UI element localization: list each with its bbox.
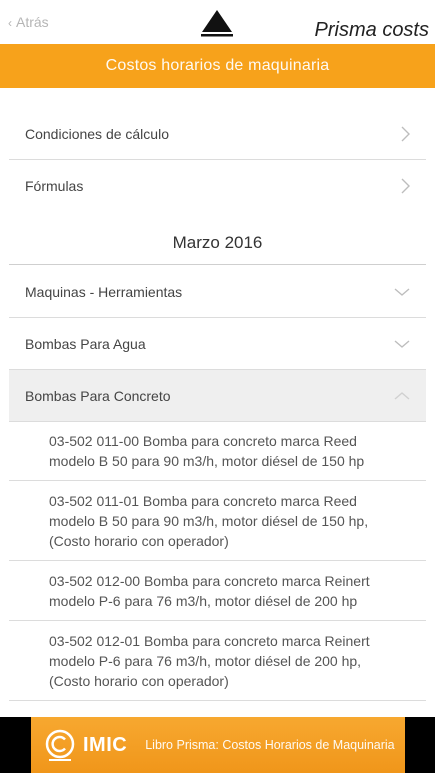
category-bombas-agua[interactable]: Bombas Para Agua [9,318,426,370]
page-title-banner: Costos horarios de maquinaria [0,44,435,88]
list-item[interactable]: 03-502 011-01 Bomba para concreto marca … [9,481,426,561]
section-header-date: Marzo 2016 [9,224,426,265]
chevron-down-icon [394,339,410,348]
subitem-list: 03-502 011-00 Bomba para concreto marca … [9,421,426,701]
category-list: Maquinas - Herramientas Bombas Para Agua… [9,266,426,422]
brand-title: Prisma costs [314,19,429,41]
chevron-right-icon [401,126,410,141]
category-label: Bombas Para Agua [25,335,146,352]
category-label: Bombas Para Concreto [25,387,171,404]
category-label: Maquinas - Herramientas [25,283,183,300]
chevron-right-icon [401,178,410,194]
ad-text: Libro Prisma: Costos Horarios de Maquina… [145,738,395,752]
back-button[interactable]: ‹ Atrás [8,14,49,30]
chevron-left-icon: ‹ [8,16,12,30]
chevron-down-icon [394,287,410,296]
chevron-up-icon [394,391,410,400]
page-title: Costos horarios de maquinaria [105,57,330,74]
copyright-logo-icon [45,729,75,761]
list-item[interactable]: 03-502 011-00 Bomba para concreto marca … [9,421,426,481]
ad-banner[interactable]: IMIC Libro Prisma: Costos Horarios de Ma… [31,717,405,773]
list-item[interactable]: 03-502 012-01 Bomba para concreto marca … [9,621,426,701]
footer-ad-bar: IMIC Libro Prisma: Costos Horarios de Ma… [0,717,435,773]
back-label: Atrás [16,14,49,30]
ad-logo-text: IMIC [83,733,128,756]
category-bombas-concreto[interactable]: Bombas Para Concreto [9,370,426,422]
top-bar: ‹ Atrás Prisma costs [0,0,435,44]
top-menu-list: Condiciones de cálculo Fórmulas [9,108,426,212]
prisma-logo-icon [201,10,233,37]
menu-item-condiciones[interactable]: Condiciones de cálculo [9,108,426,160]
category-maquinas-herramientas[interactable]: Maquinas - Herramientas [9,266,426,318]
menu-item-label: Fórmulas [25,178,84,194]
menu-item-formulas[interactable]: Fórmulas [9,160,426,212]
menu-item-label: Condiciones de cálculo [25,125,169,142]
list-item[interactable]: 03-502 012-00 Bomba para concreto marca … [9,561,426,621]
